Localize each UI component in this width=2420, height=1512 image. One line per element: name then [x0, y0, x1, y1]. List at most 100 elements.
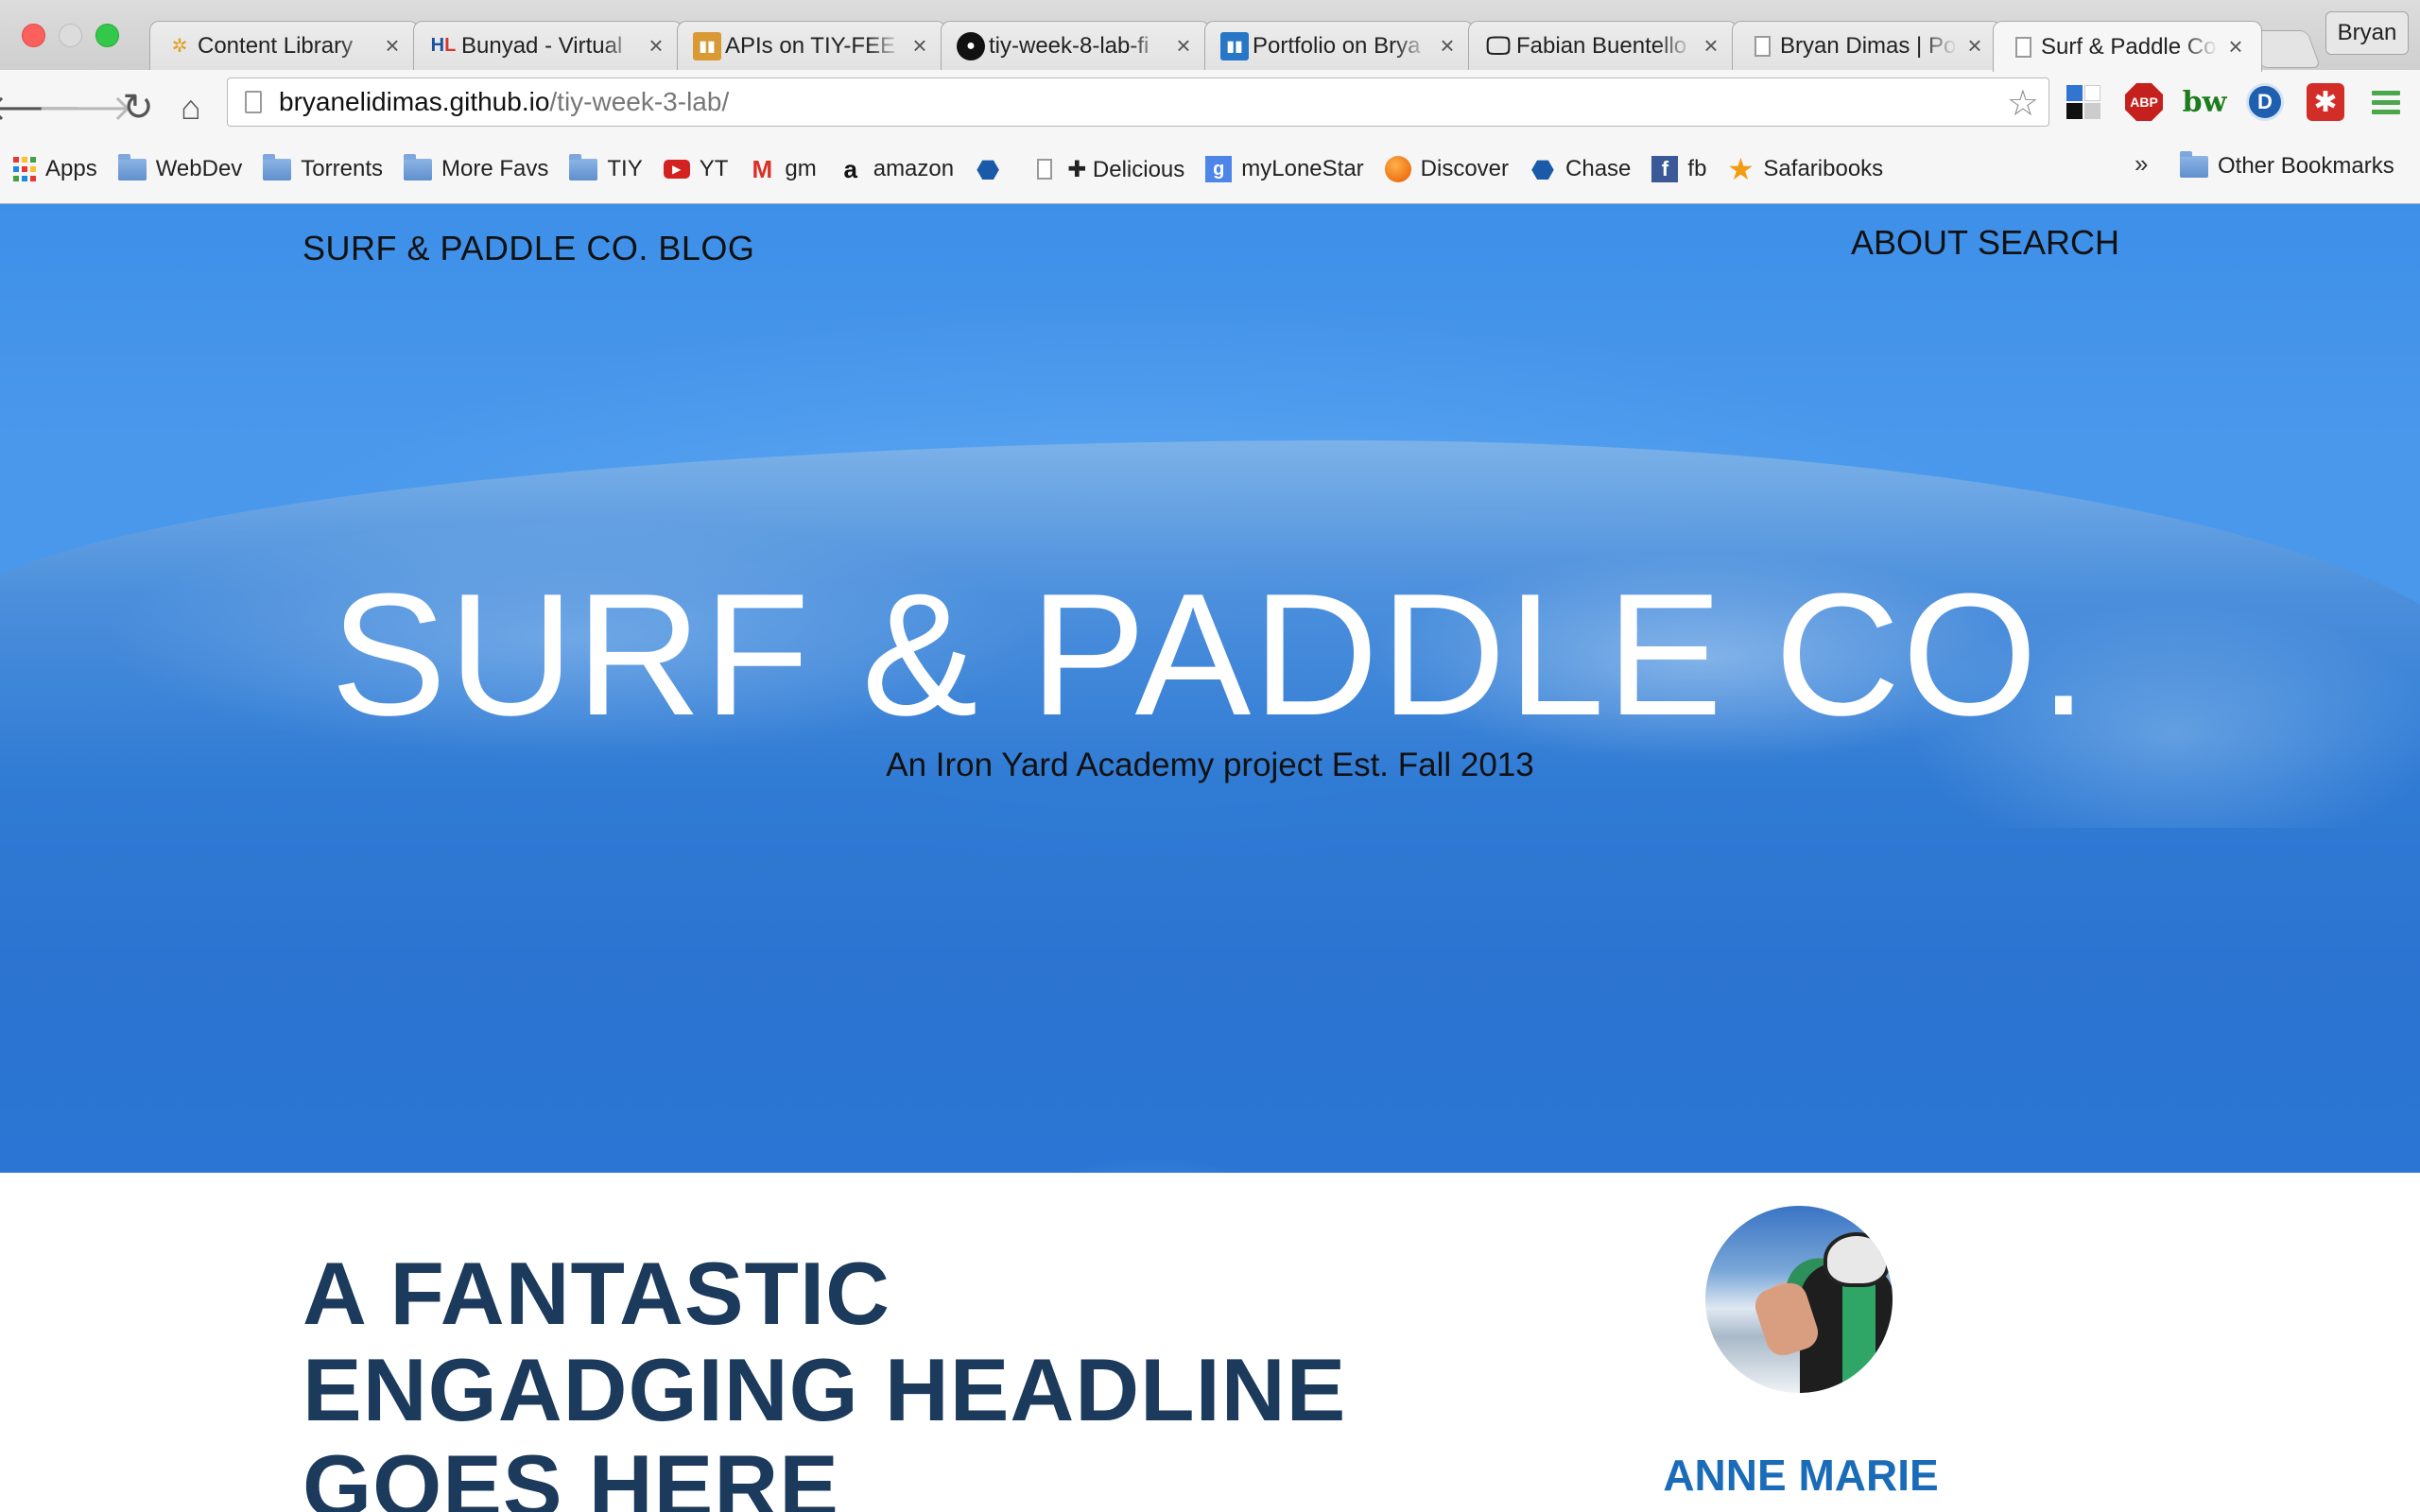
site-nav: ABOUT SEARCH [1851, 223, 2119, 263]
tab-strip: ✲ Content Library × HL Bunyad - Virtual … [0, 0, 2420, 72]
monitor-icon: 🖵 [1486, 30, 1511, 60]
builtwith-icon[interactable]: bw [2183, 83, 2227, 121]
tab-fabian[interactable]: 🖵 Fabian Buentello × [1468, 21, 1737, 70]
adblock-icon[interactable]: ABP [2125, 83, 2163, 121]
trello-icon: ▮▮ [1220, 31, 1249, 60]
bookmark-delicious[interactable]: ✚ Delicious [1031, 150, 1184, 188]
page-icon [1748, 32, 1776, 60]
bookmark-label: Discover [1420, 156, 1510, 181]
bookmark-torrents[interactable]: Torrents [263, 150, 383, 188]
github-icon: ● [957, 31, 985, 60]
close-icon[interactable]: × [1699, 31, 1723, 60]
forward-button[interactable]: 🡒 [37, 87, 133, 129]
author-avatar [1705, 1206, 1893, 1393]
tab-bunyad[interactable]: HL Bunyad - Virtual × [413, 21, 683, 70]
chase-icon: ⬣ [976, 154, 1000, 184]
tab-github[interactable]: ● tiy-week-8-lab-fi × [941, 21, 1210, 70]
address-bar[interactable]: bryanelidimas.github.io/tiy-week-3-lab/ … [227, 77, 2049, 127]
author-name[interactable]: ANNE MARIE [1607, 1450, 1995, 1501]
site-brand-link[interactable]: SURF & PADDLE CO. BLOG [302, 229, 754, 268]
minimize-window-button[interactable] [59, 24, 82, 47]
bookmark-label: YT [699, 156, 729, 181]
browser-toolbar: 🡐 🡒 ↻ ⌂ bryanelidimas.github.io/tiy-week… [0, 70, 2420, 204]
lastpass-icon[interactable]: ✱ [2307, 83, 2344, 121]
delicious-extension-icon[interactable] [2065, 83, 2102, 121]
facebook-icon: f [1651, 156, 1679, 182]
url-path: /tiy-week-3-lab/ [549, 87, 730, 116]
close-window-button[interactable] [22, 24, 45, 47]
tab-apis[interactable]: ▮▮ APIs on TIY-FEE × [677, 21, 946, 70]
folder-icon [2180, 150, 2208, 178]
tab-surf-paddle[interactable]: Surf & Paddle Co × [1993, 21, 2262, 72]
bookmark-discover[interactable]: Discover [1384, 150, 1510, 188]
apps-grid-icon [13, 156, 36, 182]
hl-logo-icon: HL [430, 35, 457, 56]
bookmark-fb[interactable]: f fb [1651, 150, 1706, 188]
close-icon[interactable]: × [1171, 31, 1196, 60]
tab-title: Portfolio on Brya [1253, 32, 1421, 59]
tab-title: Content Library [198, 32, 354, 59]
bookmark-apps[interactable]: Apps [13, 150, 97, 188]
nav-about-link[interactable]: ABOUT [1851, 223, 1968, 263]
bookmark-star-icon[interactable]: ☆ [2007, 82, 2039, 125]
reload-button[interactable]: ↻ [117, 87, 159, 129]
nav-search-link[interactable]: SEARCH [1978, 223, 2119, 263]
bookmark-gm[interactable]: Mgm [749, 150, 817, 188]
bookmark-tiy[interactable]: TIY [569, 150, 643, 188]
bookmark-label: Apps [45, 156, 97, 181]
google-icon: g [1205, 156, 1233, 182]
bookmark-label: Safaribooks [1763, 156, 1884, 181]
bookmark-label: WebDev [155, 156, 243, 181]
bookmark-yt[interactable]: ▶ YT [663, 150, 729, 188]
home-button[interactable]: ⌂ [170, 87, 212, 129]
chrome-menu-icon[interactable] [2367, 83, 2405, 121]
folder-icon [117, 153, 147, 180]
chase-icon: ⬣ [1530, 154, 1555, 184]
bookmark-other-bookmarks[interactable]: Other Bookmarks [2180, 147, 2394, 185]
star-icon: ★ [1727, 152, 1754, 186]
bookmark-label: fb [1687, 156, 1707, 181]
trello-icon: ▮▮ [693, 31, 721, 60]
tab-portfolio[interactable]: ▮▮ Portfolio on Brya × [1204, 21, 1474, 70]
youtube-icon: ▶ [663, 160, 690, 179]
d-extension-icon[interactable]: D [2246, 83, 2284, 121]
tab-title: APIs on TIY-FEE [725, 32, 896, 59]
gmail-icon: M [752, 154, 773, 183]
bookmark-label: More Favs [441, 156, 549, 181]
bookmark-label: Chase [1565, 156, 1632, 181]
tab-bryan-dimas[interactable]: Bryan Dimas | Po × [1732, 21, 2001, 70]
close-icon[interactable]: × [644, 31, 668, 60]
close-icon[interactable]: × [908, 31, 932, 60]
page-icon [1031, 156, 1058, 182]
url-host: bryanelidimas.github.io [279, 87, 550, 116]
close-icon[interactable]: × [380, 31, 405, 60]
bookmark-webdev[interactable]: WebDev [117, 150, 243, 188]
bookmark-safaribooks[interactable]: ★ Safaribooks [1727, 150, 1883, 188]
bookmark-mylonestar[interactable]: g myLoneStar [1205, 150, 1364, 188]
bookmark-label: myLoneStar [1241, 156, 1364, 181]
bookmark-amazon[interactable]: a amazon [838, 150, 954, 188]
tab-title: tiy-week-8-lab-fi [989, 32, 1150, 59]
discover-icon [1384, 156, 1411, 182]
folder-icon [263, 153, 292, 180]
bookmark-label: ✚ Delicious [1067, 156, 1185, 182]
bookmarks-overflow-chevron-icon[interactable]: » [2135, 149, 2148, 179]
bookmark-chase-icon-only[interactable]: ⬣ [975, 150, 1011, 188]
tab-content-library[interactable]: ✲ Content Library × [149, 21, 419, 70]
zoom-window-button[interactable] [95, 24, 119, 47]
bookmarks-bar: Apps WebDev Torrents More Favs TIY ▶ YT M… [0, 134, 2420, 204]
article-headline: A FANTASTIC ENGADGING HEADLINE GOES HERE [302, 1244, 1347, 1512]
close-icon[interactable]: × [2223, 32, 2248, 61]
bookmark-more-favs[interactable]: More Favs [404, 150, 548, 188]
close-icon[interactable]: × [1435, 31, 1460, 60]
bookmark-label: amazon [873, 156, 955, 181]
profile-button[interactable]: Bryan [2325, 11, 2409, 55]
folder-icon [404, 153, 432, 180]
pinwheel-icon: ✲ [171, 36, 188, 57]
tab-title: Bryan Dimas | Po [1780, 32, 1957, 59]
bookmark-chase[interactable]: ⬣ Chase [1530, 150, 1632, 188]
tab-title: Surf & Paddle Co [2041, 33, 2217, 60]
close-icon[interactable]: × [1962, 31, 1987, 60]
hero-subtitle: An Iron Yard Academy project Est. Fall 2… [886, 747, 1534, 783]
bookmark-label: gm [785, 156, 817, 181]
